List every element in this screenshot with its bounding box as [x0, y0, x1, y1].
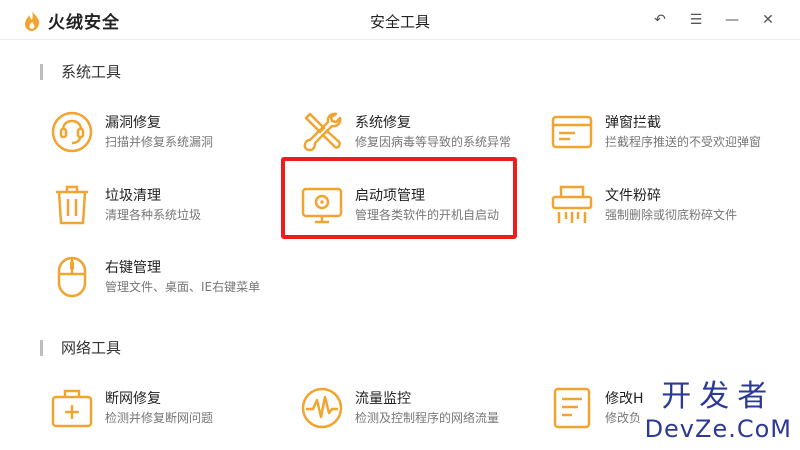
tool-desc: 强制删除或彻底粉碎文件 — [605, 208, 738, 222]
section-title-system: 系统工具 — [40, 61, 121, 82]
tool-file-shred[interactable]: 文件粉碎 强制删除或彻底粉碎文件 — [550, 183, 790, 243]
window-controls: ↶ ☰ — ✕ — [652, 10, 776, 30]
pulse-icon — [301, 387, 343, 429]
tool-popup-block[interactable]: 弹窗拦截 拦截程序推送的不受欢迎弹窗 — [550, 110, 790, 170]
title-bar: 火绒安全 安全工具 ↶ ☰ — ✕ — [0, 0, 800, 40]
tool-junk-clean[interactable]: 垃圾清理 清理各种系统垃圾 — [50, 183, 290, 243]
back-icon[interactable]: ↶ — [652, 10, 668, 30]
tool-desc: 清理各种系统垃圾 — [105, 208, 202, 222]
section-title-network: 网络工具 — [40, 337, 121, 358]
document-edit-icon — [553, 387, 591, 429]
tool-leak-repair[interactable]: 漏洞修复 扫描并修复系统漏洞 — [50, 110, 290, 170]
tool-name: 垃圾清理 — [105, 188, 161, 204]
watermark: 开发者 DevZe.CoM — [645, 380, 792, 444]
minimize-icon[interactable]: — — [724, 10, 740, 30]
tool-name: 修改H — [605, 391, 644, 407]
mouse-icon — [57, 256, 87, 298]
wrench-screwdriver-icon — [303, 112, 342, 152]
tool-name: 弹窗拦截 — [605, 115, 661, 131]
app-logo: 火绒安全 — [22, 8, 120, 33]
tool-desc: 检测并修复断网问题 — [105, 411, 214, 425]
tool-name: 流量监控 — [355, 391, 411, 407]
close-icon[interactable]: ✕ — [760, 10, 776, 30]
shredder-icon — [551, 185, 593, 223]
flame-logo-icon — [25, 10, 40, 31]
tool-desc: 拦截程序推送的不受欢迎弹窗 — [605, 135, 762, 149]
shield-scan-icon — [51, 111, 93, 153]
tool-desc: 修改负 — [605, 411, 642, 425]
tool-net-repair[interactable]: 断网修复 检测并修复断网问题 — [50, 386, 290, 446]
tool-name: 文件粉碎 — [605, 188, 661, 204]
menu-icon[interactable]: ☰ — [688, 10, 704, 30]
section-title-text: 网络工具 — [61, 339, 122, 357]
tool-desc: 管理文件、桌面、IE右键菜单 — [105, 280, 261, 294]
brand-name: 火绒安全 — [48, 13, 120, 33]
tool-name: 断网修复 — [105, 391, 161, 407]
tool-desc: 扫描并修复系统漏洞 — [105, 135, 214, 149]
tool-name: 漏洞修复 — [105, 115, 161, 131]
tool-name: 系统修复 — [355, 115, 411, 131]
tool-desc: 检测及控制程序的网络流量 — [355, 411, 500, 425]
medkit-icon — [51, 389, 93, 428]
tool-traffic-monitor[interactable]: 流量监控 检测及控制程序的网络流量 — [300, 386, 540, 446]
tool-right-click[interactable]: 右键管理 管理文件、桌面、IE右键菜单 — [50, 255, 290, 315]
trash-icon — [56, 185, 88, 225]
highlight-box — [281, 157, 517, 239]
section-bar — [40, 63, 43, 80]
watermark-cn: 开发者 — [661, 379, 776, 414]
watermark-en: DevZe.CoM — [644, 415, 792, 443]
tool-name: 右键管理 — [105, 260, 161, 276]
browser-window-icon — [551, 115, 593, 149]
tool-desc: 修复因病毒等导致的系统异常 — [355, 135, 512, 149]
section-bar — [40, 339, 43, 356]
section-title-text: 系统工具 — [61, 63, 122, 81]
